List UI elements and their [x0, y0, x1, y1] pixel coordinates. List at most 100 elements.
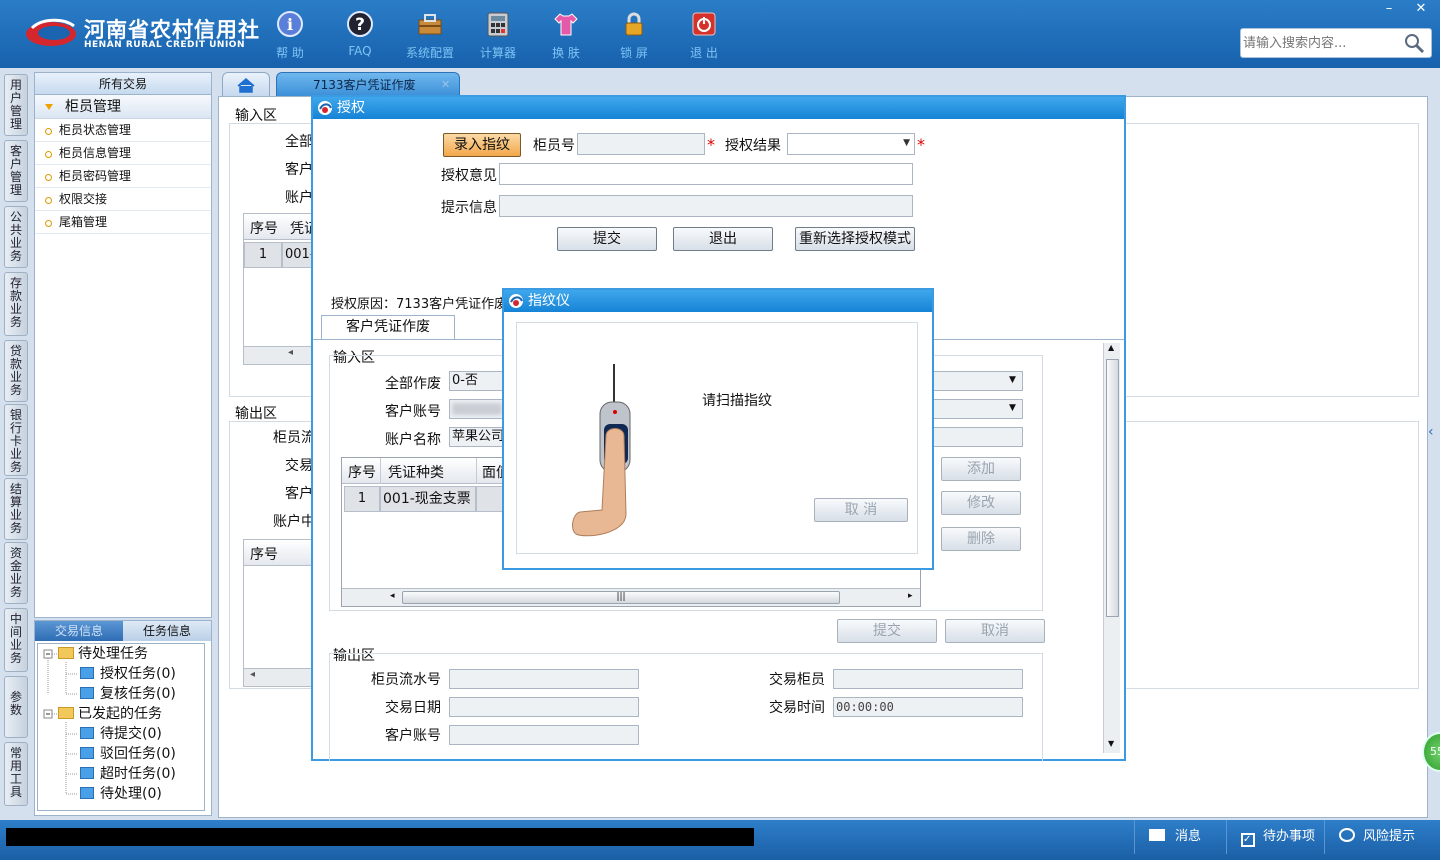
grid-h-scrollbar[interactable]: ◂ ||| ▸ — [342, 588, 920, 606]
sidetab-intermediary[interactable]: 中间业务 — [4, 608, 28, 672]
auth-opinion-input[interactable] — [499, 163, 913, 185]
v-scroll-thumb[interactable] — [1106, 359, 1119, 617]
form-cancel-button[interactable]: 取消 — [945, 619, 1045, 643]
bank-logo-icon — [26, 18, 76, 46]
trans-teller-label: 交易柜员 — [769, 672, 825, 688]
scroll-right-icon[interactable]: ▸ — [908, 591, 913, 601]
auth-submit-button[interactable]: 提交 — [557, 227, 657, 251]
sidetab-funds[interactable]: 资金业务 — [4, 542, 28, 604]
auth-reason-text: 授权原因：7133客户凭证作废 — [331, 297, 508, 312]
shirt-icon — [554, 13, 578, 36]
lock-screen-button[interactable]: 锁 屏 — [600, 8, 668, 62]
bg-label-all: 全部 — [285, 134, 313, 150]
bg-label-customer: 客户 — [285, 162, 313, 178]
change-skin-button[interactable]: 换 肤 — [532, 8, 600, 62]
sidetab-deposit[interactable]: 存款业务 — [4, 272, 28, 336]
task-panel: 交易信息 任务信息 待处理任务 授权任务(0) 复核任务(0) 已发起的任务 待… — [34, 620, 212, 816]
row-1-voucher-type[interactable]: 001-现金支票 — [380, 486, 476, 512]
task-icon — [80, 687, 94, 699]
tree-node-rejected[interactable]: 驳回任务(0) — [80, 744, 176, 764]
scroll-up-icon[interactable]: ▲ — [1108, 343, 1114, 352]
search-icon[interactable] — [1403, 32, 1425, 54]
trans-time-field: 00:00:00 — [833, 697, 1023, 717]
form-submit-button[interactable]: 提交 — [837, 619, 937, 643]
teller-no-field[interactable] — [577, 133, 705, 155]
folder-icon — [58, 707, 74, 719]
required-mark: * — [707, 135, 715, 154]
scroll-left-icon[interactable]: ◂ — [288, 347, 293, 358]
fingerprint-cancel-button[interactable]: 取 消 — [814, 498, 908, 522]
help-button[interactable]: i 帮 助 — [256, 8, 324, 62]
trans-teller-field — [833, 669, 1023, 689]
tab-home[interactable] — [222, 72, 270, 96]
menu-item-cash-box[interactable]: 尾箱管理 — [35, 211, 211, 234]
tree-node-to-process[interactable]: 待处理(0) — [80, 784, 162, 804]
messages-button[interactable]: 消息 — [1134, 820, 1226, 854]
sidetab-loan[interactable]: 贷款业务 — [4, 340, 28, 402]
reselect-auth-mode-button[interactable]: 重新选择授权模式 — [795, 227, 915, 251]
menu-item-teller-password[interactable]: 柜员密码管理 — [35, 165, 211, 188]
scroll-down-icon[interactable]: ▼ — [1108, 739, 1114, 748]
modify-button[interactable]: 修改 — [941, 491, 1021, 515]
task-icon — [80, 667, 94, 679]
info-icon: i — [277, 11, 303, 37]
dropdown-arrow-icon: ▼ — [1009, 403, 1016, 413]
auth-exit-button[interactable]: 退出 — [673, 227, 773, 251]
bg-input-zone-title: 输入区 — [235, 108, 277, 124]
minimize-button[interactable]: – — [1374, 0, 1404, 18]
sidetab-public-business[interactable]: 公共业务 — [4, 206, 28, 268]
dropdown-arrow-icon: ▼ — [1009, 375, 1016, 385]
status-message-area — [6, 828, 754, 846]
trans-date-field — [449, 697, 639, 717]
bg-label-acct: 账户中 — [273, 514, 315, 530]
expand-right-icon[interactable]: ‹ — [1428, 424, 1440, 464]
tab-task-info[interactable]: 任务信息 — [123, 621, 211, 641]
auth-result-select[interactable]: ▼ — [787, 133, 915, 155]
sidetab-common-tools[interactable]: 常用工具 — [4, 742, 28, 806]
risk-alert-button[interactable]: 风险提示 — [1324, 820, 1440, 854]
tab-transaction-info[interactable]: 交易信息 — [35, 621, 123, 641]
system-config-button[interactable]: 系统配置 — [396, 8, 464, 62]
close-window-button[interactable]: ✕ — [1406, 0, 1436, 18]
tab-voucher-void[interactable]: 7133客户凭证作废 ✕ — [276, 72, 460, 96]
menu-item-teller-info[interactable]: 柜员信息管理 — [35, 142, 211, 165]
bg-grid2-col-no: 序号 — [250, 547, 278, 563]
scroll-thumb[interactable]: ||| — [402, 591, 840, 604]
enter-fingerprint-button[interactable]: 录入指纹 — [443, 133, 521, 157]
add-button[interactable]: 添加 — [941, 457, 1021, 481]
serial-no-label: 柜员流水号 — [371, 672, 441, 688]
menu-item-permission-handover[interactable]: 权限交接 — [35, 188, 211, 211]
tree-node-initiated-tasks[interactable]: 已发起的任务 — [58, 704, 162, 724]
scroll-left-icon[interactable]: ◂ — [390, 591, 395, 601]
delete-button[interactable]: 删除 — [941, 527, 1021, 551]
trans-time-label: 交易时间 — [769, 700, 825, 716]
todo-button[interactable]: ✓ 待办事项 — [1226, 820, 1324, 854]
bg-row-no: 1 — [244, 242, 282, 268]
hint-info-label: 提示信息 — [441, 200, 497, 216]
scan-prompt-text: 请扫描指纹 — [702, 393, 772, 409]
tree-node-auth-tasks[interactable]: 授权任务(0) — [80, 664, 176, 684]
tree-node-to-submit[interactable]: 待提交(0) — [80, 724, 162, 744]
sidetab-customer-mgmt[interactable]: 客户管理 — [4, 140, 28, 202]
faq-button[interactable]: ? FAQ — [326, 8, 394, 62]
menu-group-teller-mgmt[interactable]: 柜员管理 — [35, 95, 211, 119]
exit-button[interactable]: 退 出 — [670, 8, 738, 62]
folder-icon — [58, 647, 74, 659]
dialog-v-scrollbar[interactable]: ▲ ▼ — [1103, 343, 1120, 753]
serial-no-field — [449, 669, 639, 689]
tree-node-review-tasks[interactable]: 复核任务(0) — [80, 684, 176, 704]
calculator-button[interactable]: 计算器 — [464, 8, 532, 62]
tree-node-timeout[interactable]: 超时任务(0) — [80, 764, 176, 784]
tab-close-icon[interactable]: ✕ — [441, 73, 450, 97]
search-input[interactable] — [1243, 32, 1403, 54]
sidetab-user-mgmt[interactable]: 用户管理 — [4, 74, 28, 136]
sidetab-parameters[interactable]: 参数 — [4, 676, 28, 738]
sidetab-bank-card[interactable]: 银行卡业务 — [4, 404, 28, 476]
scroll-left-icon[interactable]: ◂ — [250, 669, 255, 680]
sidetab-settlement[interactable]: 结算业务 — [4, 478, 28, 540]
menu-header: 所有交易 — [35, 73, 211, 95]
tree-node-pending-tasks[interactable]: 待处理任务 — [58, 644, 148, 664]
menu-item-teller-status[interactable]: 柜员状态管理 — [35, 119, 211, 142]
required-mark: * — [917, 135, 925, 154]
tab-customer-voucher-void[interactable]: 客户凭证作废 — [321, 315, 455, 339]
